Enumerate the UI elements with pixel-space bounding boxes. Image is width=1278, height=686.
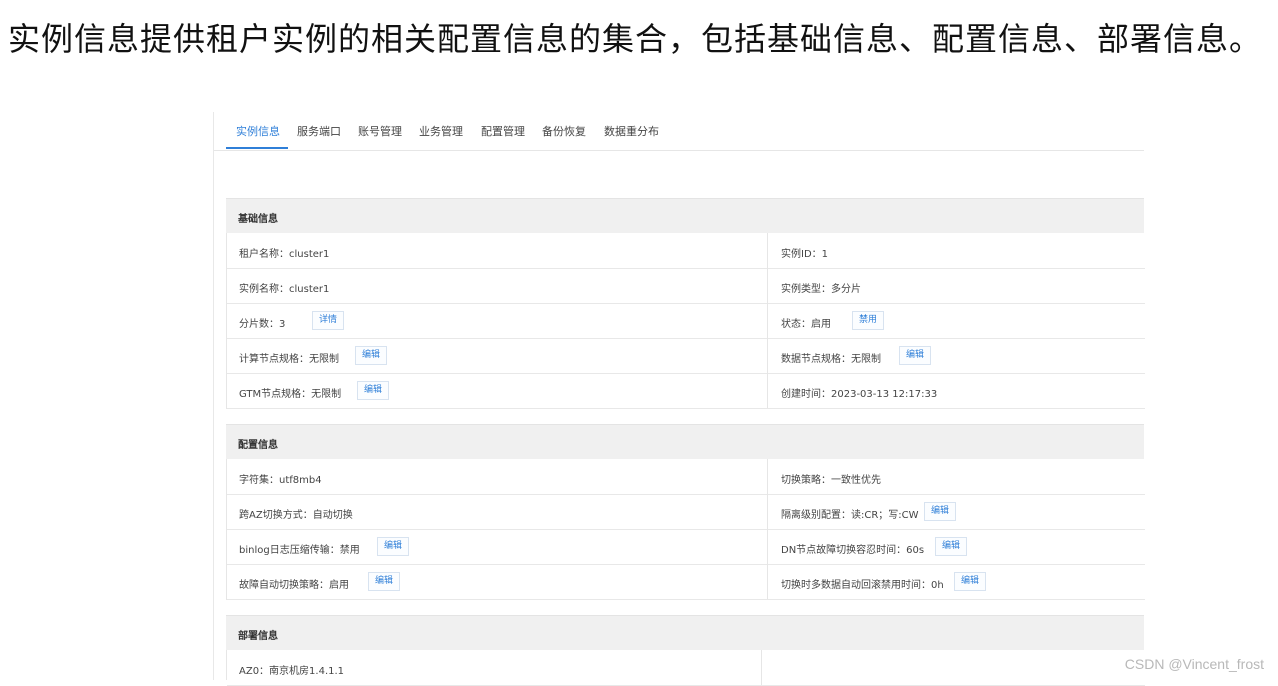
isolation-edit-button[interactable]: 编辑	[924, 502, 957, 521]
basic-info-table: 租户名称：cluster1 实例ID：1 实例名称：cluster1 实例类型：…	[226, 233, 1145, 409]
gtm-node-spec: GTM节点规格：无限制	[239, 389, 342, 400]
deploy-info-title: 部署信息	[238, 631, 278, 642]
compute-spec-edit-button[interactable]: 编辑	[355, 346, 388, 365]
tab-account-management[interactable]: 账号管理	[358, 123, 402, 139]
tab-bar: 实例信息 服务端口 账号管理 业务管理 配置管理 备份恢复 数据重分布	[214, 112, 1144, 151]
table-row: 故障自动切换策略：启用 编辑 切换时多数据自动回滚禁用时间：0h 编辑	[227, 564, 1145, 600]
cross-az-switch: 跨AZ切换方式：自动切换	[239, 510, 353, 521]
table-row: 租户名称：cluster1 实例ID：1	[227, 233, 1145, 269]
instance-panel: 实例信息 服务端口 账号管理 业务管理 配置管理 备份恢复 数据重分布 基础信息…	[213, 112, 1145, 686]
shard-count: 分片数：3	[239, 319, 286, 330]
watermark: CSDN @Vincent_frost	[1124, 656, 1264, 672]
table-row: 计算节点规格：无限制 编辑 数据节点规格：无限制 编辑	[227, 338, 1145, 374]
rollback-disable-time: 切换时多数据自动回滚禁用时间：0h	[781, 580, 944, 591]
status: 状态：启用	[781, 319, 831, 330]
page-caption: 实例信息提供租户实例的相关配置信息的集合，包括基础信息、配置信息、部署信息。	[8, 20, 1263, 58]
instance-name: 实例名称：cluster1	[239, 284, 330, 295]
tenant-name: 租户名称：cluster1	[239, 249, 330, 260]
charset: 字符集：utf8mb4	[239, 475, 322, 486]
config-info-header: 配置信息	[226, 424, 1144, 459]
compute-node-spec: 计算节点规格：无限制	[239, 354, 339, 365]
created-time: 创建时间：2023-03-13 12:17:33	[781, 389, 938, 400]
disable-button[interactable]: 禁用	[852, 311, 885, 330]
tab-data-redistribution[interactable]: 数据重分布	[604, 123, 659, 139]
dn-timeout-edit-button[interactable]: 编辑	[935, 537, 968, 556]
table-row: AZ0：南京机房1.4.1.1	[227, 650, 1145, 686]
table-row: 跨AZ切换方式：自动切换 隔离级别配置：读:CR；写:CW 编辑	[227, 494, 1145, 530]
table-row: GTM节点规格：无限制 编辑 创建时间：2023-03-13 12:17:33	[227, 373, 1145, 409]
basic-info-header: 基础信息	[226, 198, 1144, 233]
table-row: 实例名称：cluster1 实例类型：多分片	[227, 268, 1145, 304]
instance-id: 实例ID：1	[781, 249, 829, 260]
gtm-spec-edit-button[interactable]: 编辑	[357, 381, 390, 400]
tab-backup-restore[interactable]: 备份恢复	[542, 123, 586, 139]
switch-policy: 切换策略：一致性优先	[781, 475, 881, 486]
table-row: 分片数：3 详情 状态：启用 禁用	[227, 303, 1145, 339]
data-node-spec: 数据节点规格：无限制	[781, 354, 881, 365]
deploy-info-header: 部署信息	[226, 615, 1144, 650]
tab-instance-info[interactable]: 实例信息	[236, 123, 280, 139]
table-row: binlog日志压缩传输：禁用 编辑 DN节点故障切换容忍时间：60s 编辑	[227, 529, 1145, 565]
config-info-title: 配置信息	[238, 440, 278, 451]
tab-config-management[interactable]: 配置管理	[481, 123, 525, 139]
auto-failover-policy: 故障自动切换策略：启用	[239, 580, 349, 591]
instance-type: 实例类型：多分片	[781, 284, 861, 295]
binlog-edit-button[interactable]: 编辑	[377, 537, 410, 556]
data-spec-edit-button[interactable]: 编辑	[899, 346, 932, 365]
table-row: 字符集：utf8mb4 切换策略：一致性优先	[227, 459, 1145, 495]
basic-info-title: 基础信息	[238, 214, 278, 225]
rollback-edit-button[interactable]: 编辑	[954, 572, 987, 591]
az0-location: AZ0：南京机房1.4.1.1	[239, 666, 345, 677]
shard-detail-button[interactable]: 详情	[312, 311, 345, 330]
tab-business-management[interactable]: 业务管理	[419, 123, 463, 139]
auto-failover-edit-button[interactable]: 编辑	[368, 572, 401, 591]
tab-service-port[interactable]: 服务端口	[297, 123, 341, 139]
isolation-level: 隔离级别配置：读:CR；写:CW	[781, 510, 919, 521]
active-tab-indicator	[226, 147, 288, 149]
deploy-info-table: AZ0：南京机房1.4.1.1	[226, 650, 1145, 686]
config-info-table: 字符集：utf8mb4 切换策略：一致性优先 跨AZ切换方式：自动切换 隔离级别…	[226, 459, 1145, 600]
binlog-compression: binlog日志压缩传输：禁用	[239, 545, 360, 556]
dn-failover-timeout: DN节点故障切换容忍时间：60s	[781, 545, 925, 556]
